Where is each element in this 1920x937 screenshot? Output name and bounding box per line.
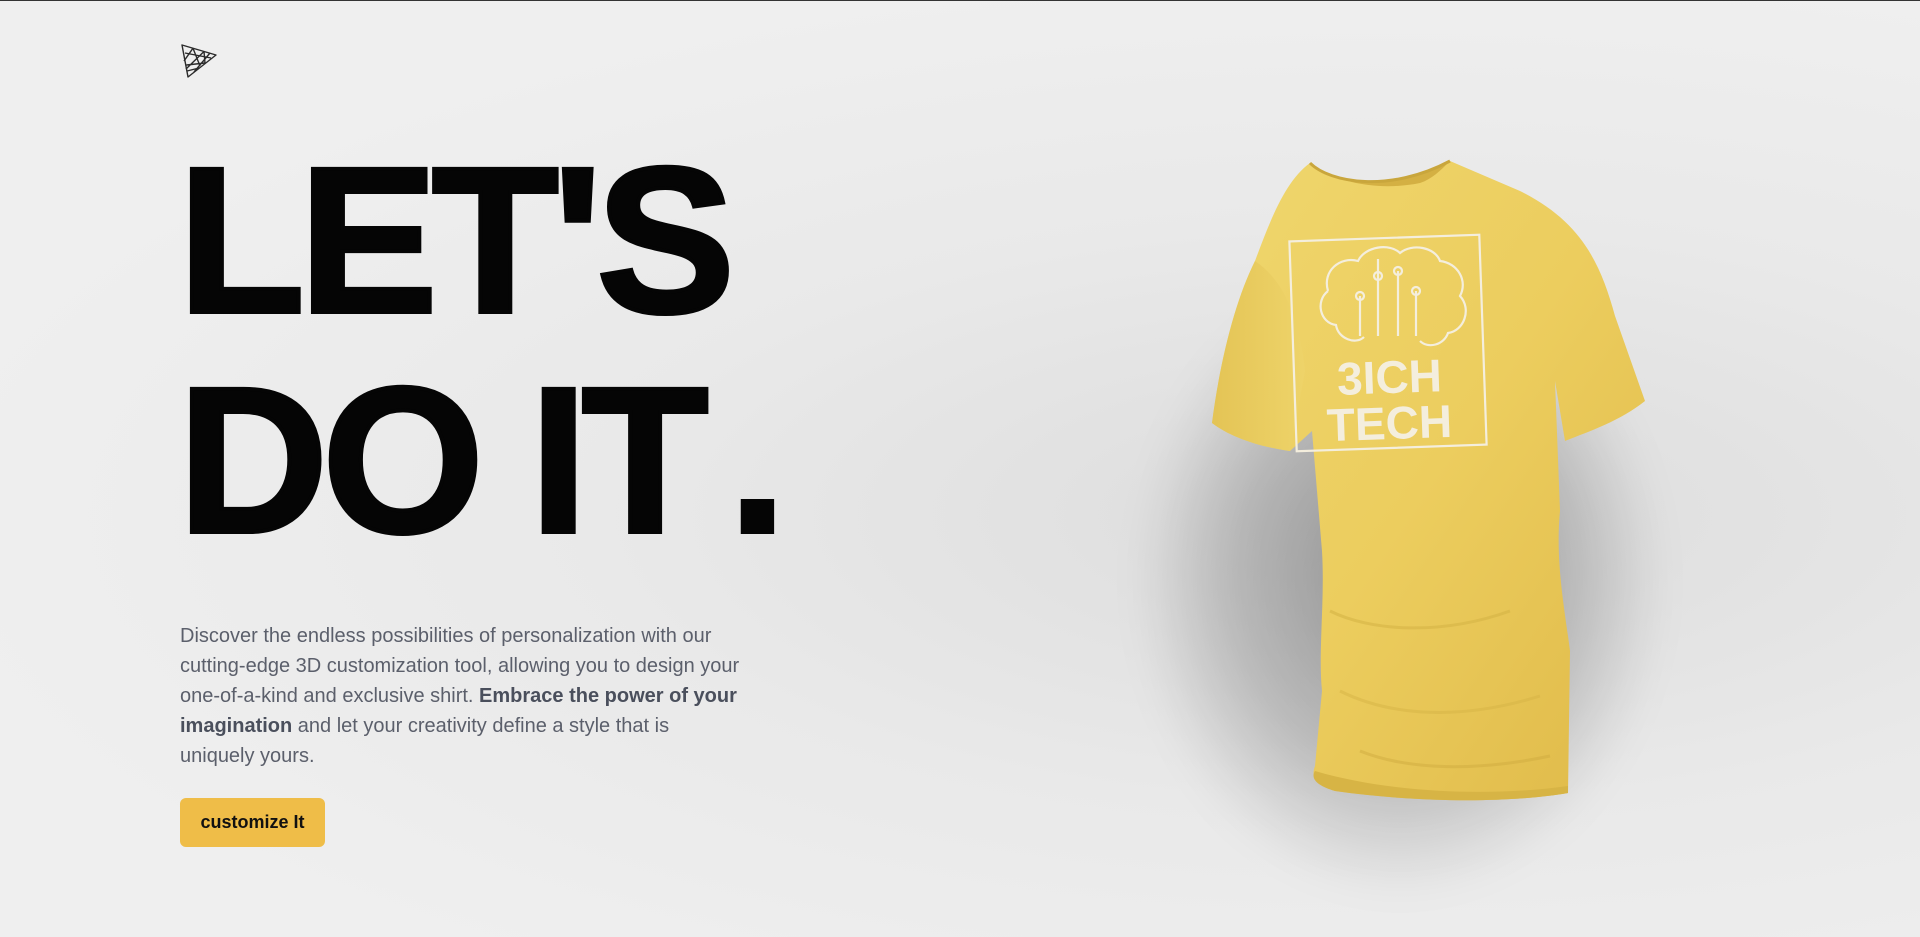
hero-headline: LET'S DO IT. [176,125,788,573]
tshirt-3d-preview[interactable]: 3ICH TECH [1060,131,1700,891]
headline-line-2: DO IT. [176,349,788,573]
shirt-print-line-2: TECH [1326,395,1453,451]
hero-description: Discover the endless possibilities of pe… [180,621,740,771]
triangle-mesh-icon [181,44,217,78]
headline-line-1: LET'S [176,125,737,357]
customize-it-button[interactable]: customize It [180,798,325,847]
headline-line-2-text: DO IT [176,345,711,577]
logo-icon[interactable] [180,41,220,81]
tshirt-image: 3ICH TECH [1212,159,1645,801]
shirt-body [1212,161,1645,801]
headline-dot: . [727,345,789,577]
